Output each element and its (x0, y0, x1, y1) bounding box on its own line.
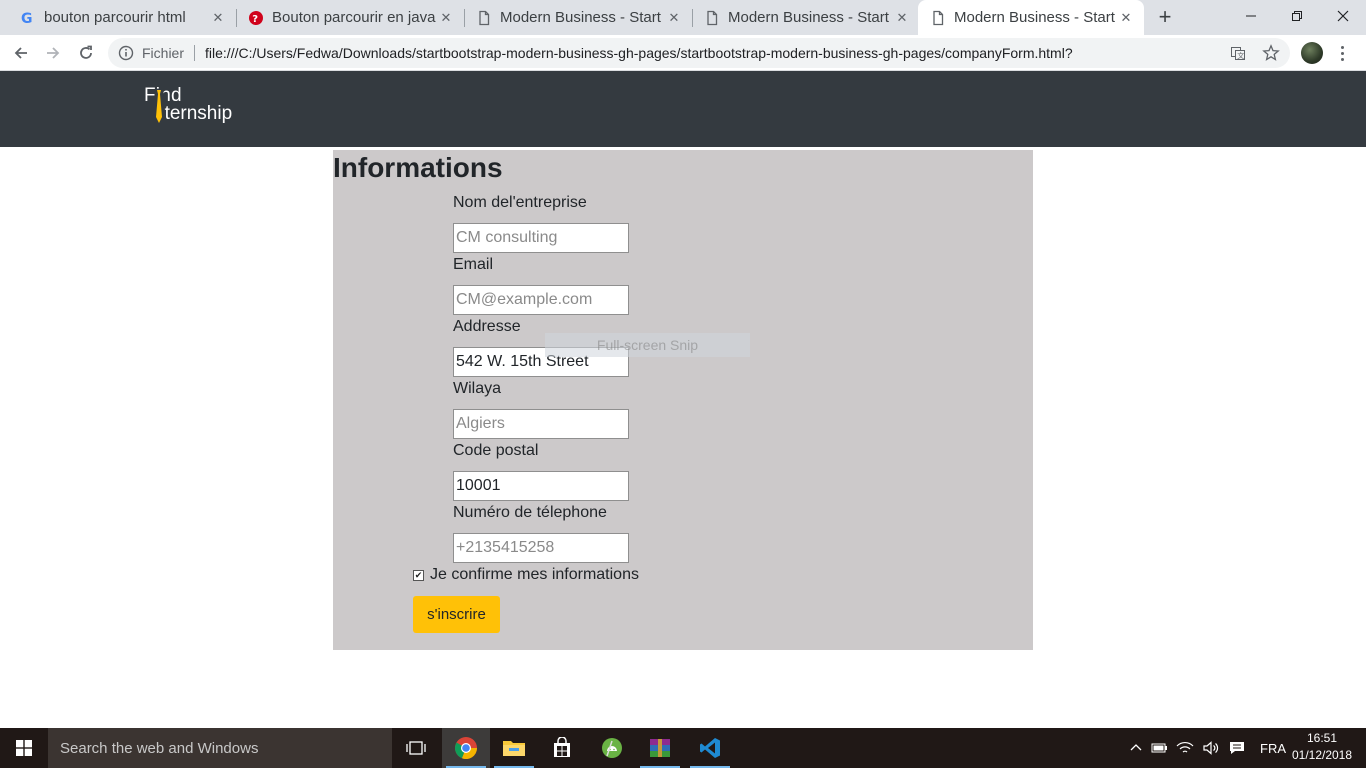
address-label: Addresse (453, 318, 521, 335)
close-icon[interactable]: ✕ (894, 10, 910, 26)
reload-button[interactable] (72, 39, 100, 67)
email-label: Email (453, 256, 494, 273)
tab-google-search[interactable]: G bouton parcourir html ✕ (8, 0, 236, 35)
browser-tab-strip: G bouton parcourir html ✕ ? Bouton parco… (0, 0, 1366, 35)
windows-logo-icon (16, 740, 32, 756)
tab-title: Modern Business - Start (500, 9, 661, 26)
company-name-input[interactable] (453, 223, 629, 253)
close-icon (1337, 10, 1349, 22)
company-name-label: Nom del'entreprise (453, 194, 587, 211)
quora-icon: ? (248, 10, 264, 26)
wilaya-input[interactable] (453, 409, 629, 439)
logo-line-2: nternship (154, 103, 233, 124)
back-button[interactable] (7, 39, 35, 67)
arrow-left-icon (14, 47, 27, 59)
page-icon (704, 10, 720, 26)
arrow-right-icon (47, 47, 60, 59)
close-icon[interactable]: ✕ (438, 10, 454, 26)
minimize-icon (1246, 15, 1256, 17)
email-input[interactable] (453, 285, 629, 315)
confirm-label[interactable]: Je confirme mes informations (430, 566, 639, 584)
translate-icon[interactable]: 文 (1230, 45, 1246, 61)
page-icon (476, 10, 492, 26)
wifi-icon[interactable] (1176, 740, 1194, 756)
folder-icon (503, 741, 525, 756)
taskbar-clock[interactable]: 16:51 01/12/2018 (1286, 730, 1358, 764)
system-tray: FRA (1130, 728, 1286, 768)
clock-date: 01/12/2018 (1291, 748, 1353, 762)
phone-label: Numéro de télephone (453, 504, 607, 521)
language-indicator[interactable]: FRA (1260, 741, 1286, 756)
phone-input[interactable] (453, 533, 629, 563)
reload-icon (80, 45, 92, 59)
winrar-icon (650, 739, 670, 757)
bookmark-star-icon[interactable] (1262, 44, 1280, 62)
svg-text:?: ? (252, 14, 258, 25)
tab-modern-business-1[interactable]: Modern Business - Start ✕ (464, 0, 692, 35)
form-title: Informations (333, 152, 503, 183)
taskbar-search-box[interactable]: Search the web and Windows (48, 728, 392, 768)
snip-overlay: Full-screen Snip (545, 333, 750, 357)
taskbar-store[interactable] (538, 728, 586, 768)
info-icon[interactable] (118, 45, 134, 61)
store-icon (554, 737, 570, 757)
signup-button[interactable]: s'inscrire (413, 596, 500, 633)
task-view-button[interactable] (392, 728, 440, 768)
tab-title: Modern Business - Start (728, 9, 889, 26)
site-navbar: Find nternship (0, 71, 1366, 147)
company-form-panel: Informations Nom del'entreprise Email Ad… (333, 150, 1033, 650)
clock-time: 16:51 (1306, 731, 1338, 745)
tie-icon (154, 89, 164, 125)
browser-menu-icon[interactable] (1334, 41, 1350, 65)
close-window-button[interactable] (1320, 0, 1366, 32)
tab-modern-business-active[interactable]: Modern Business - Start ✕ (918, 0, 1144, 35)
site-logo[interactable]: Find nternship (144, 85, 254, 127)
tab-modern-business-2[interactable]: Modern Business - Start ✕ (692, 0, 920, 35)
taskbar-file-explorer[interactable] (490, 728, 538, 768)
notifications-icon[interactable] (1228, 740, 1246, 756)
confirm-row: ✔ Je confirme mes informations (413, 566, 639, 584)
svg-text:G: G (21, 11, 33, 26)
tab-title: Modern Business - Start (954, 9, 1115, 26)
confirm-checkbox[interactable]: ✔ (413, 569, 424, 581)
svg-text:文: 文 (1237, 51, 1244, 60)
page-icon (930, 10, 946, 26)
tab-title: Bouton parcourir en java (272, 9, 436, 26)
taskbar-winrar[interactable] (636, 728, 684, 768)
wilaya-label: Wilaya (453, 380, 502, 397)
windows-taskbar: Search the web and Windows FRA 16:51 01/… (0, 728, 1366, 768)
postal-code-input[interactable] (453, 471, 629, 501)
taskbar-chrome[interactable] (442, 728, 490, 768)
android-studio-icon (602, 738, 622, 758)
forward-button[interactable] (39, 39, 67, 67)
start-button[interactable] (0, 728, 48, 768)
close-icon[interactable]: ✕ (210, 10, 226, 26)
url-text[interactable]: file:///C:/Users/Fedwa/Downloads/startbo… (205, 45, 1230, 61)
postal-code-label: Code postal (453, 442, 539, 459)
tab-title: bouton parcourir html (44, 9, 186, 26)
new-tab-button[interactable]: + (1152, 3, 1178, 31)
restore-button[interactable] (1274, 0, 1320, 32)
scheme-label: Fichier (142, 45, 185, 61)
task-view-icon (406, 741, 426, 755)
taskbar-search-placeholder: Search the web and Windows (60, 739, 259, 757)
google-icon: G (20, 10, 36, 26)
close-icon[interactable]: ✕ (1118, 10, 1134, 26)
tab-quora[interactable]: ? Bouton parcourir en java ✕ (236, 0, 464, 35)
taskbar-vscode[interactable] (686, 728, 734, 768)
minimize-button[interactable] (1228, 0, 1274, 32)
vscode-icon (700, 738, 720, 758)
address-separator (194, 45, 196, 61)
chrome-icon (454, 737, 478, 760)
profile-avatar[interactable] (1301, 42, 1323, 64)
battery-icon[interactable] (1150, 741, 1168, 755)
restore-icon (1292, 11, 1302, 21)
volume-icon[interactable] (1202, 740, 1220, 756)
browser-toolbar: Fichier file:///C:/Users/Fedwa/Downloads… (0, 35, 1366, 71)
close-icon[interactable]: ✕ (666, 10, 682, 26)
chevron-up-icon[interactable] (1130, 742, 1142, 754)
address-bar[interactable]: Fichier file:///C:/Users/Fedwa/Downloads… (108, 38, 1290, 68)
taskbar-android-studio[interactable] (588, 728, 636, 768)
